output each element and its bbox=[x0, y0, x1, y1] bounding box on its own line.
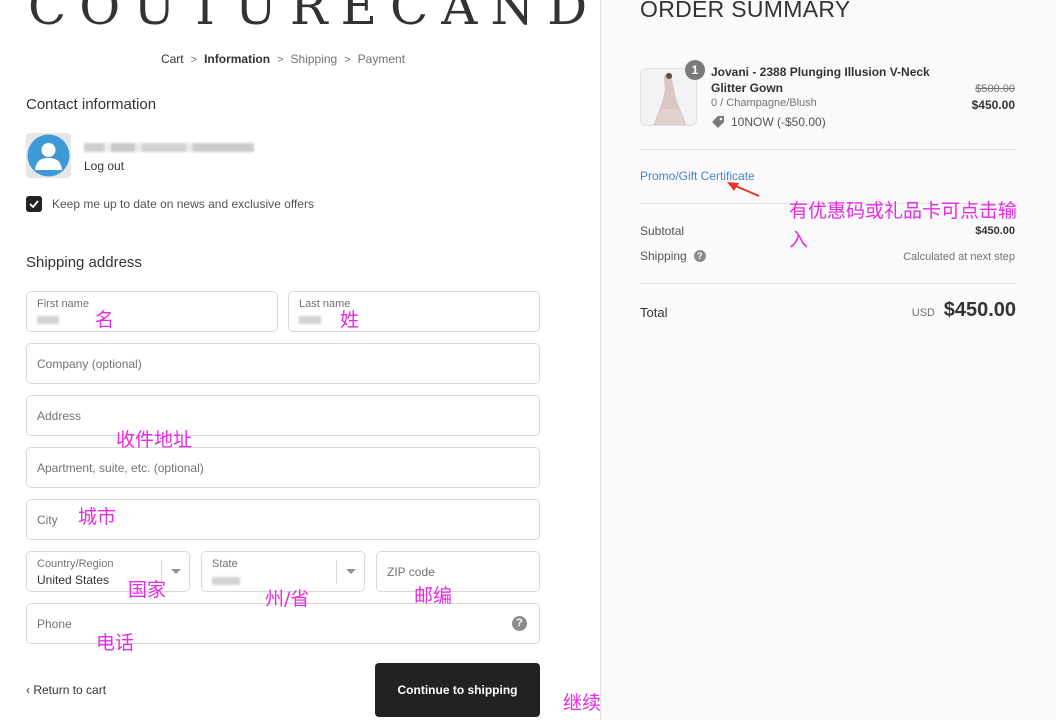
annotation-promo-line1: 有优惠码或礼品卡可点击输 bbox=[789, 200, 1018, 222]
newsletter-checkbox[interactable] bbox=[26, 196, 42, 212]
first-name-label: First name bbox=[37, 298, 89, 310]
breadcrumb: Cart > Information > Shipping > Payment bbox=[0, 52, 566, 66]
zip-field[interactable]: ZIP code bbox=[376, 551, 540, 592]
contact-section-title: Contact information bbox=[26, 96, 157, 113]
chevron-down-icon bbox=[171, 569, 181, 574]
total-value: $450.00 bbox=[943, 299, 1016, 321]
city-placeholder: City bbox=[37, 513, 58, 527]
company-placeholder: Company (optional) bbox=[37, 357, 142, 371]
last-name-value-redacted bbox=[299, 316, 321, 324]
newsletter-label: Keep me up to date on news and exclusive… bbox=[52, 197, 314, 211]
company-field[interactable]: Company (optional) bbox=[26, 343, 540, 384]
order-summary-sidebar: ORDER SUMMARY 1 Jovani - 2388 Plunging I… bbox=[600, 0, 1056, 720]
annotation-continue: 继续 bbox=[563, 692, 602, 714]
shipping-section-title: Shipping address bbox=[26, 254, 142, 271]
breadcrumb-shipping: Shipping bbox=[290, 52, 338, 66]
original-price: $500.00 bbox=[975, 83, 1015, 95]
first-name-field[interactable]: First name bbox=[26, 291, 278, 332]
annotation-phone: 电话 bbox=[96, 632, 135, 654]
checkout-main: COUTURECANDY Cart > Information > Shipping > P… bbox=[0, 0, 633, 720]
breadcrumb-information: Information bbox=[204, 52, 271, 66]
phone-placeholder: Phone bbox=[37, 617, 72, 631]
tag-icon bbox=[712, 116, 724, 128]
continue-to-shipping-button[interactable]: Continue to shipping bbox=[375, 663, 540, 717]
address-field[interactable]: Address bbox=[26, 395, 540, 436]
last-name-field[interactable]: Last name bbox=[288, 291, 540, 332]
first-name-value-redacted bbox=[37, 316, 59, 324]
product-name: Jovani - 2388 Plunging Illusion V-Neck G… bbox=[711, 65, 930, 95]
shipping-row-label: Shipping ? bbox=[640, 249, 706, 263]
annotation-first-name: 名 bbox=[95, 309, 115, 331]
state-value-redacted bbox=[212, 577, 240, 585]
apartment-placeholder: Apartment, suite, etc. (optional) bbox=[37, 461, 204, 475]
order-summary-title: ORDER SUMMARY bbox=[640, 0, 851, 22]
chevron-right-icon: > bbox=[277, 54, 284, 66]
annotation-address: 收件地址 bbox=[116, 429, 193, 451]
divider bbox=[640, 283, 1017, 284]
apartment-field[interactable]: Apartment, suite, etc. (optional) bbox=[26, 447, 540, 488]
product-variant: 0 / Champagne/Blush bbox=[711, 97, 817, 109]
divider bbox=[640, 149, 1017, 150]
country-label: Country/Region bbox=[37, 558, 114, 570]
annotation-promo-line2: 入 bbox=[789, 229, 809, 251]
help-icon[interactable]: ? bbox=[693, 250, 706, 262]
shipping-value: Calculated at next step bbox=[903, 251, 1015, 263]
breadcrumb-cart[interactable]: Cart bbox=[161, 52, 184, 66]
state-label: State bbox=[212, 558, 238, 570]
annotation-city: 城市 bbox=[78, 506, 117, 528]
chevron-down-icon bbox=[346, 569, 356, 574]
newsletter-option[interactable]: Keep me up to date on news and exclusive… bbox=[26, 196, 314, 212]
subtotal-value: $450.00 bbox=[975, 225, 1015, 237]
zip-placeholder: ZIP code bbox=[387, 565, 435, 579]
account-email-redacted bbox=[84, 143, 254, 152]
chevron-right-icon: > bbox=[190, 54, 198, 66]
breadcrumb-payment: Payment bbox=[357, 52, 406, 66]
brand-logo[interactable]: COUTURECANDY bbox=[28, 0, 646, 36]
help-icon[interactable]: ? bbox=[512, 616, 527, 631]
logout-link[interactable]: Log out bbox=[84, 159, 124, 173]
return-to-cart-link[interactable]: ‹ Return to cart bbox=[26, 683, 106, 697]
contact-account: Log out bbox=[26, 133, 426, 178]
avatar bbox=[26, 133, 71, 178]
annotation-zip: 邮编 bbox=[414, 585, 453, 607]
country-value: United States bbox=[37, 573, 110, 587]
total-label: Total bbox=[640, 305, 668, 320]
annotation-country: 国家 bbox=[128, 579, 167, 601]
discount-code: 10NOW (-$50.00) bbox=[711, 115, 826, 129]
total-currency: USD bbox=[911, 307, 935, 319]
checkmark-icon bbox=[29, 200, 39, 208]
final-price: $450.00 bbox=[971, 98, 1015, 112]
address-placeholder: Address bbox=[37, 409, 82, 423]
annotation-state: 州/省 bbox=[265, 588, 310, 610]
user-avatar-icon bbox=[27, 134, 70, 177]
chevron-right-icon: > bbox=[344, 54, 351, 66]
annotation-last-name: 姓 bbox=[340, 309, 360, 331]
subtotal-label: Subtotal bbox=[640, 224, 685, 238]
quantity-badge: 1 bbox=[685, 60, 705, 80]
annotation-arrow-icon bbox=[727, 182, 760, 197]
